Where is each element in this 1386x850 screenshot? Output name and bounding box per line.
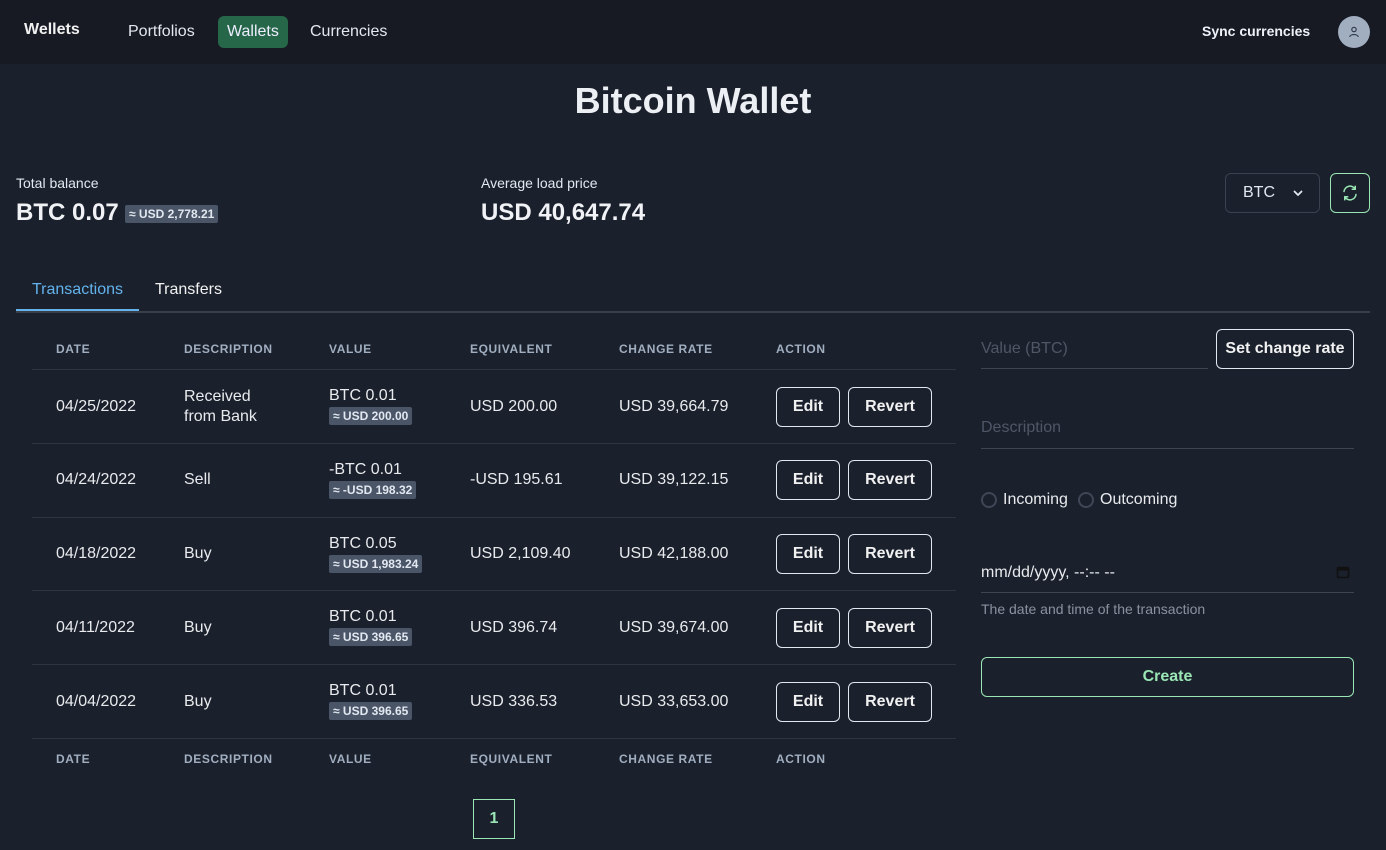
radio-incoming-label: Incoming [1003,491,1068,508]
header-date: DATE [56,342,91,356]
chevron-down-icon [1293,190,1303,196]
row-equivalent: USD 336.53 [470,693,558,710]
row-change-rate: USD 42,188.00 [619,545,729,562]
row-equivalent: USD 396.74 [470,619,558,636]
value-input[interactable] [981,329,1208,369]
row-value: BTC 0.01 [329,608,397,625]
radio-incoming[interactable]: Incoming [981,491,1068,509]
page-title: Bitcoin Wallet [574,80,812,121]
navbar: Wellets Portfolios Wallets Currencies Sy… [0,0,1386,64]
total-balance-value: BTC 0.07 [16,199,119,226]
row-divider [32,664,956,665]
header-change-rate: CHANGE RATE [619,342,713,356]
row-description: Buy [184,693,212,710]
revert-button[interactable]: Revert [848,387,932,427]
edit-button[interactable]: Edit [776,387,840,427]
set-change-rate-button[interactable]: Set change rate [1216,329,1354,369]
row-value-equiv-badge: ≈ USD 200.00 [329,407,413,425]
row-date: 04/04/2022 [56,693,137,710]
create-button[interactable]: Create [981,657,1354,697]
datetime-placeholder: mm/dd/yyyy, --:-- -- [981,564,1115,581]
row-value-equiv-badge: ≈ USD 396.65 [329,702,413,720]
row-description: Buy [184,545,212,562]
footer-action: ACTION [776,752,826,766]
row-value-equiv-badge: ≈ USD 396.65 [329,628,413,646]
refresh-button[interactable] [1330,173,1370,213]
row-value: BTC 0.01 [329,682,397,699]
nav-link-wallets[interactable]: Wallets [218,16,288,48]
row-date: 04/24/2022 [56,471,137,488]
currency-select-value: BTC [1243,184,1275,201]
edit-button[interactable]: Edit [776,682,840,722]
row-change-rate: USD 39,674.00 [619,619,729,636]
avg-price-label: Average load price [481,175,598,191]
row-equivalent: USD 2,109.40 [470,545,571,562]
row-divider [32,738,956,739]
footer-change-rate: CHANGE RATE [619,752,713,766]
footer-date: DATE [56,752,91,766]
edit-button[interactable]: Edit [776,460,840,500]
header-equivalent: EQUIVALENT [470,342,553,356]
total-balance-equiv-badge: ≈ USD 2,778.21 [125,205,219,223]
row-description-line: Received [184,388,251,405]
row-description: Buy [184,619,212,636]
active-tab-indicator [16,309,139,311]
tab-transactions[interactable]: Transactions [32,281,123,299]
row-date: 04/25/2022 [56,398,137,415]
row-divider [32,590,956,591]
row-description: Received from Bank [184,387,257,427]
radio-circle[interactable] [1078,492,1094,508]
sync-currencies-button[interactable]: Sync currencies [1202,23,1310,39]
description-input[interactable] [981,408,1354,449]
row-date: 04/18/2022 [56,545,137,562]
revert-button[interactable]: Revert [848,682,932,722]
nav-link-portfolios[interactable]: Portfolios [119,16,204,48]
calendar-icon[interactable] [1336,565,1350,579]
avg-price-value: USD 40,647.74 [481,199,646,226]
radio-outcoming-label: Outcoming [1100,491,1178,508]
datetime-input[interactable]: mm/dd/yyyy, --:-- -- [981,553,1354,593]
revert-button[interactable]: Revert [848,608,932,648]
header-action: ACTION [776,342,826,356]
nav-link-currencies[interactable]: Currencies [301,16,396,48]
row-value-equiv-badge: ≈ USD 1,983.24 [329,555,423,573]
row-divider [32,517,956,518]
header-description: DESCRIPTION [184,342,273,356]
row-value: -BTC 0.01 [329,461,402,478]
radio-outcoming[interactable]: Outcoming [1078,491,1177,509]
row-divider [32,443,956,444]
currency-select[interactable]: BTC [1225,173,1320,213]
tab-transfers[interactable]: Transfers [155,281,222,299]
row-divider [32,369,956,370]
footer-equivalent: EQUIVALENT [470,752,553,766]
edit-button[interactable]: Edit [776,534,840,574]
row-equivalent: -USD 195.61 [470,471,563,488]
user-icon [1349,26,1359,38]
pagination-page-1[interactable]: 1 [473,799,515,839]
edit-button[interactable]: Edit [776,608,840,648]
datetime-helper-text: The date and time of the transaction [981,601,1206,617]
revert-button[interactable]: Revert [848,460,932,500]
header-value: VALUE [329,342,372,356]
total-balance-label: Total balance [16,175,99,191]
row-value: BTC 0.01 [329,387,397,404]
revert-button[interactable]: Revert [848,534,932,574]
brand-logo[interactable]: Wellets [24,21,80,39]
footer-description: DESCRIPTION [184,752,273,766]
row-change-rate: USD 39,664.79 [619,398,729,415]
footer-value: VALUE [329,752,372,766]
row-value-equiv-badge: ≈ -USD 198.32 [329,481,417,499]
refresh-icon [1343,185,1357,201]
avatar[interactable] [1338,16,1370,48]
row-description-line: from Bank [184,408,257,425]
tabs: Transactions Transfers [16,270,1370,313]
radio-circle[interactable] [981,492,997,508]
row-change-rate: USD 39,122.15 [619,471,729,488]
row-equivalent: USD 200.00 [470,398,558,415]
row-value: BTC 0.05 [329,535,397,552]
row-date: 04/11/2022 [56,619,135,636]
row-change-rate: USD 33,653.00 [619,693,729,710]
row-description: Sell [184,471,211,488]
